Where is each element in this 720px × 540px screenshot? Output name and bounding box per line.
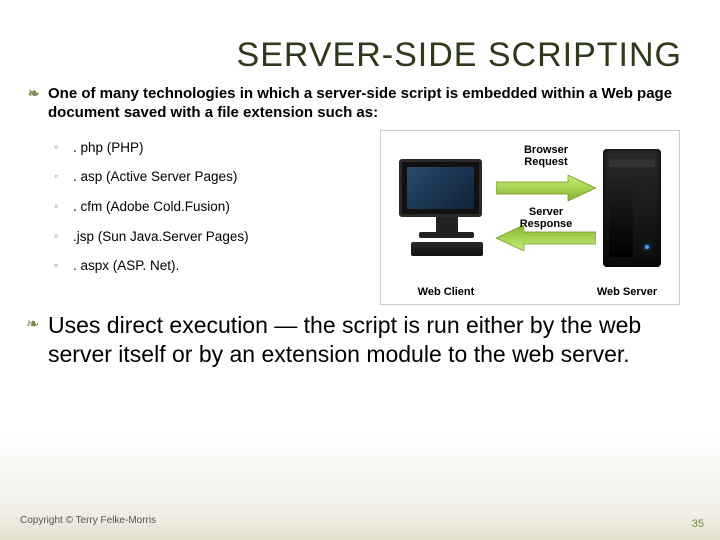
copyright-text: Copyright © Terry Felke-Morris	[20, 515, 156, 526]
web-server-label: Web Server	[587, 286, 667, 298]
server-response-label: Server Response	[511, 206, 581, 230]
web-client-label: Web Client	[401, 286, 491, 298]
slide: SERVER-SIDE SCRIPTING One of many techno…	[0, 0, 720, 540]
uses-paragraph: Uses direct execution — the script is ru…	[38, 311, 682, 370]
slide-title: SERVER-SIDE SCRIPTING	[38, 36, 682, 75]
intro-paragraph: One of many technologies in which a serv…	[38, 85, 682, 123]
browser-request-label: Browser Request	[511, 144, 581, 168]
client-server-diagram: Browser Request Server Response Web Clie…	[380, 130, 680, 305]
web-client-icon	[399, 159, 494, 254]
request-arrow-icon	[496, 175, 596, 201]
web-server-icon	[603, 149, 661, 267]
page-number: 35	[692, 518, 704, 530]
